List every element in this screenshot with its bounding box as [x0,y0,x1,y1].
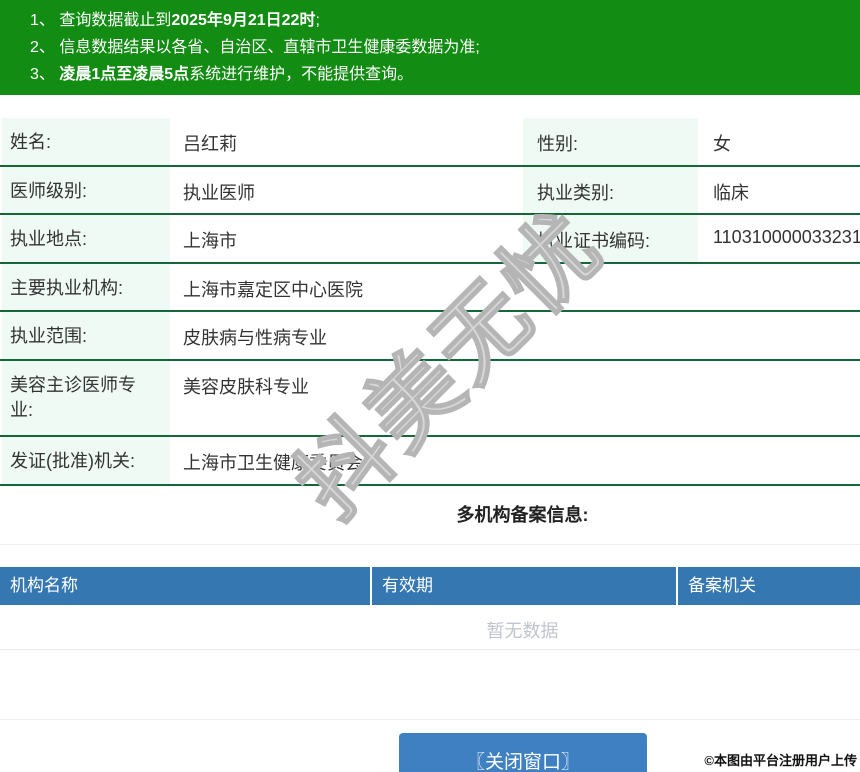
field-label-practice-scope: 执业范围: [2,312,170,359]
profile-row-cosmetic-specialty: 美容主诊医师专业: 美容皮肤科专业 [0,361,860,437]
field-value-cosmetic-specialty: 美容皮肤科专业 [183,377,309,397]
header-cell-filing-authority: 备案机关 [678,567,860,605]
field-value-practice-scope: 皮肤病与性病专业 [183,328,327,348]
filing-table-header: 机构名称 有效期 备案机关 [0,567,860,605]
notice-banner: 1、 查询数据截止到2025年9月21日22时; 2、 信息数据结果以各省、自治… [0,0,860,95]
field-value-issuing-authority: 上海市卫生健康委员会 [183,453,363,473]
footer-divider [0,719,860,720]
upload-caption-watermark: ©本图由平台注册用户上传 [704,753,857,768]
notice-line-3: 3、 凌晨1点至凌晨5点系统进行维护，不能提供查询。 [30,61,860,88]
doctor-license-query-page: 1、 查询数据截止到2025年9月21日22时; 2、 信息数据结果以各省、自治… [0,0,860,772]
header-cell-institution-name: 机构名称 [0,567,370,605]
header-cell-validity-period: 有效期 [372,567,676,605]
profile-row-level-category: 医师级别: 执业医师 执业类别: 临床 [0,167,860,215]
notice-line-1-text: 1、 查询数据截止到 [30,12,172,29]
notice-line-1-tail: ; [315,12,320,29]
field-value-doctor-level: 执业医师 [183,183,255,203]
notice-line-2-text: 2、 信息数据结果以各省、自治区、直辖市卫生健康委数据为准; [30,39,480,56]
field-value-gender: 女 [713,134,731,154]
notice-line-1: 1、 查询数据截止到2025年9月21日22时; [30,7,860,34]
notice-line-2: 2、 信息数据结果以各省、自治区、直辖市卫生健康委数据为准; [30,34,860,61]
field-value-name: 吕红莉 [183,134,237,154]
field-label-practice-place: 执业地点: [2,215,170,262]
field-value-practice-place: 上海市 [183,231,237,251]
close-window-button[interactable]: 〖关闭窗口〗 [399,733,647,772]
field-value-practice-type: 临床 [713,183,749,203]
profile-row-name-gender: 姓名: 吕红莉 性别: 女 [0,118,860,167]
filing-section-title: 多机构备案信息: [0,486,860,545]
notice-line-3-bold: 凌晨1点至凌晨5点 [59,66,190,83]
profile-row-location-certno: 执业地点: 上海市 执业证书编码: 110310000033231 [0,215,860,264]
field-label-main-institution: 主要执业机构: [2,264,170,310]
field-label-name: 姓名: [2,118,170,165]
field-label-cosmetic-specialty: 美容主诊医师专业: [2,361,170,435]
empty-data-row: 暂无数据 [0,605,860,650]
profile-row-issuing-authority: 发证(批准)机关: 上海市卫生健康委员会 [0,437,860,486]
field-label-cert-number: 执业证书编码: [523,215,698,262]
profile-table: 姓名: 吕红莉 性别: 女 医师级别: 执业医师 执业类别: 临床 执业地点: … [0,118,860,486]
field-label-doctor-level: 医师级别: [2,167,170,213]
profile-row-main-institution: 主要执业机构: 上海市嘉定区中心医院 [0,264,860,312]
field-value-main-institution: 上海市嘉定区中心医院 [183,280,363,300]
notice-line-3-tail: 系统进行维护，不能提供查询。 [189,66,414,83]
notice-line-3-text: 3、 [30,66,60,83]
field-label-practice-type: 执业类别: [523,167,698,213]
field-label-issuing-authority: 发证(批准)机关: [2,437,170,484]
field-value-cert-number: 110310000033231 [713,227,860,247]
notice-line-1-bold: 2025年9月21日22时 [171,12,316,29]
profile-row-practice-scope: 执业范围: 皮肤病与性病专业 [0,312,860,361]
field-label-gender: 性别: [523,118,698,165]
